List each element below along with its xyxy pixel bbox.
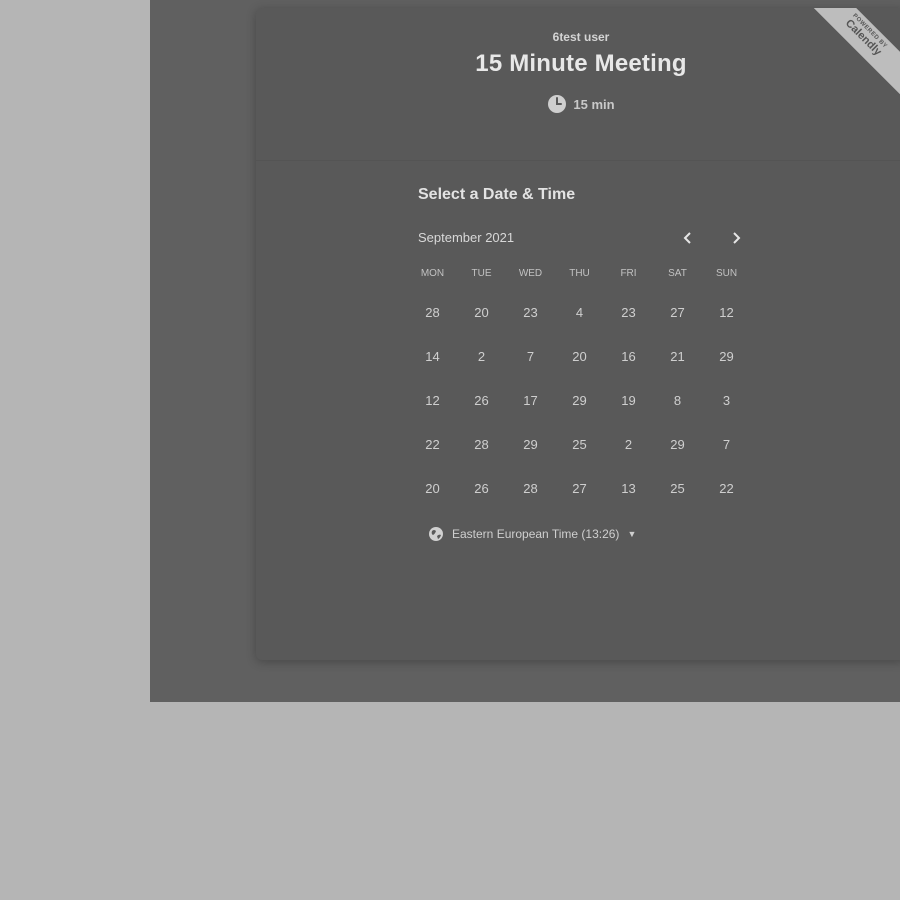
calendar-day[interactable]: 28	[506, 466, 555, 510]
calendar-day[interactable]: 25	[555, 422, 604, 466]
calendar-day[interactable]: 23	[604, 290, 653, 334]
calendar-day[interactable]: 29	[653, 422, 702, 466]
picker-title: Select a Date & Time	[418, 186, 576, 203]
event-title: 15 Minute Meeting	[475, 50, 687, 77]
previous-month-button[interactable]	[676, 226, 700, 250]
calendar-day[interactable]: 12	[702, 290, 751, 334]
caret-down-icon: ▼	[627, 529, 637, 539]
weekday-header: MON TUE WED THU FRI SAT SUN	[408, 264, 758, 284]
page-backdrop: 6test user 15 Minute Meeting 15 min POWE…	[150, 0, 900, 702]
date-picker: Select a Date & Time September 2021 MON …	[408, 180, 758, 542]
weekday-label: TUE	[471, 268, 492, 279]
weekday-label: SAT	[668, 268, 687, 279]
calendar-day[interactable]: 20	[408, 466, 457, 510]
clock-icon	[548, 95, 567, 113]
calendar-day[interactable]: 29	[702, 334, 751, 378]
calendar-day[interactable]: 22	[408, 422, 457, 466]
calendar-day[interactable]: 20	[555, 334, 604, 378]
weekday-label: FRI	[620, 268, 637, 279]
event-header: 6test user 15 Minute Meeting 15 min	[256, 8, 900, 161]
calendar-day[interactable]: 7	[702, 422, 751, 466]
host-name: 6test user	[552, 30, 610, 44]
calendar-day[interactable]: 8	[653, 378, 702, 422]
calendar-day[interactable]: 26	[457, 378, 506, 422]
weekday-label: THU	[569, 268, 590, 279]
globe-icon	[429, 527, 443, 541]
calendar-day[interactable]: 2	[604, 422, 653, 466]
calendar-day[interactable]: 25	[653, 466, 702, 510]
timezone-selector[interactable]: Eastern European Time (13:26) ▼	[428, 526, 758, 542]
event-duration: 15 min	[256, 94, 900, 114]
calendar-day[interactable]: 14	[408, 334, 457, 378]
calendar-day[interactable]: 17	[506, 378, 555, 422]
calendar-day[interactable]: 29	[555, 378, 604, 422]
calendar-day[interactable]: 19	[604, 378, 653, 422]
weekday-label: WED	[518, 268, 543, 279]
calendar-day[interactable]: 16	[604, 334, 653, 378]
calendar-day[interactable]: 22	[702, 466, 751, 510]
calendar-day[interactable]: 27	[653, 290, 702, 334]
calendar-day[interactable]: 28	[457, 422, 506, 466]
calendar-day[interactable]: 21	[653, 334, 702, 378]
calendar-day[interactable]: 3	[702, 378, 751, 422]
calendar-day[interactable]: 28	[408, 290, 457, 334]
calendar-day[interactable]: 29	[506, 422, 555, 466]
next-month-button[interactable]	[724, 226, 748, 250]
calendar-day[interactable]: 12	[408, 378, 457, 422]
chevron-right-icon	[733, 232, 741, 244]
timezone-label: Eastern European Time (13:26)	[452, 527, 620, 541]
calendar-grid: 28 20 23 4 23 27 12 14 2 7 20 16 21 29 1…	[408, 290, 758, 510]
calendar-day[interactable]: 4	[555, 290, 604, 334]
calendar-day[interactable]: 7	[506, 334, 555, 378]
calendar-day[interactable]: 23	[506, 290, 555, 334]
month-label: September 2021	[418, 230, 515, 245]
month-navigation: September 2021	[408, 224, 758, 254]
weekday-label: MON	[420, 268, 445, 279]
duration-label: 15 min	[573, 96, 615, 112]
calendar-day[interactable]: 13	[604, 466, 653, 510]
chevron-left-icon	[683, 232, 691, 244]
calendar-day[interactable]: 26	[457, 466, 506, 510]
calendar-day[interactable]: 20	[457, 290, 506, 334]
booking-card: 6test user 15 Minute Meeting 15 min POWE…	[256, 8, 900, 660]
weekday-label: SUN	[715, 268, 738, 279]
calendar-day[interactable]: 27	[555, 466, 604, 510]
calendar-day[interactable]: 2	[457, 334, 506, 378]
